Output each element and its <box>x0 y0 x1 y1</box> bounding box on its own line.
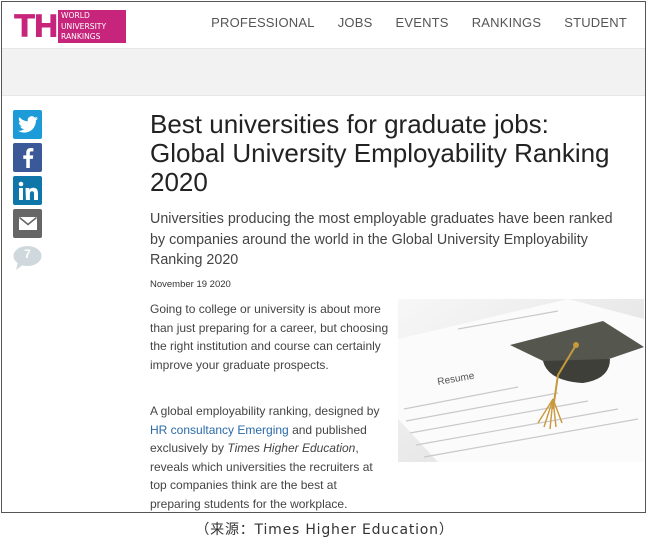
paragraph-text: A global employability ranking, designed… <box>150 404 380 418</box>
emerging-link[interactable]: HR consultancy Emerging <box>150 423 289 437</box>
publication-name: Times Higher Education <box>227 441 356 456</box>
site-header: THE WORLD UNIVERSITY RANKINGS PROFESSION… <box>2 2 645 48</box>
nav-student[interactable]: STUDENT <box>564 15 627 30</box>
article-paragraph: A global employability ranking, designed… <box>150 402 390 512</box>
twitter-share-button[interactable] <box>13 110 42 139</box>
facebook-icon <box>22 147 33 168</box>
nav-events[interactable]: EVENTS <box>395 15 448 30</box>
article-date: November 19 2020 <box>150 279 231 290</box>
comment-count: 7 <box>24 247 31 261</box>
nav-jobs[interactable]: JOBS <box>338 15 373 30</box>
browser-page: THE WORLD UNIVERSITY RANKINGS PROFESSION… <box>1 1 646 513</box>
the-logo[interactable]: THE WORLD UNIVERSITY RANKINGS <box>14 9 129 45</box>
nav-rankings[interactable]: RANKINGS <box>472 15 542 30</box>
comments-button[interactable]: 7 <box>13 246 42 270</box>
graduation-cap-on-resume-image: Resume <box>398 299 644 462</box>
facebook-share-button[interactable] <box>13 143 42 172</box>
image-source-caption: （来源：Times Higher Education） <box>195 522 454 538</box>
article-title: Best universities for graduate jobs: Glo… <box>150 109 610 197</box>
twitter-icon <box>17 116 38 133</box>
article-paragraph: Going to college or university is about … <box>150 302 389 372</box>
article-image: Resume <box>398 299 644 462</box>
logo-box: WORLD UNIVERSITY RANKINGS <box>58 10 126 43</box>
email-share-button[interactable] <box>13 209 42 238</box>
nav-professional[interactable]: PROFESSIONAL <box>211 15 315 30</box>
logo-line: WORLD <box>61 11 90 20</box>
linkedin-icon <box>18 181 38 200</box>
envelope-icon <box>18 216 37 230</box>
logo-line: RANKINGS <box>61 32 101 41</box>
article-subtitle: Universities producing the most employab… <box>150 211 613 268</box>
ad-banner <box>2 48 645 96</box>
linkedin-share-button[interactable] <box>13 176 42 205</box>
logo-line: UNIVERSITY <box>61 21 107 31</box>
main-nav: PROFESSIONAL JOBS EVENTS RANKINGS STUDEN… <box>188 15 627 30</box>
